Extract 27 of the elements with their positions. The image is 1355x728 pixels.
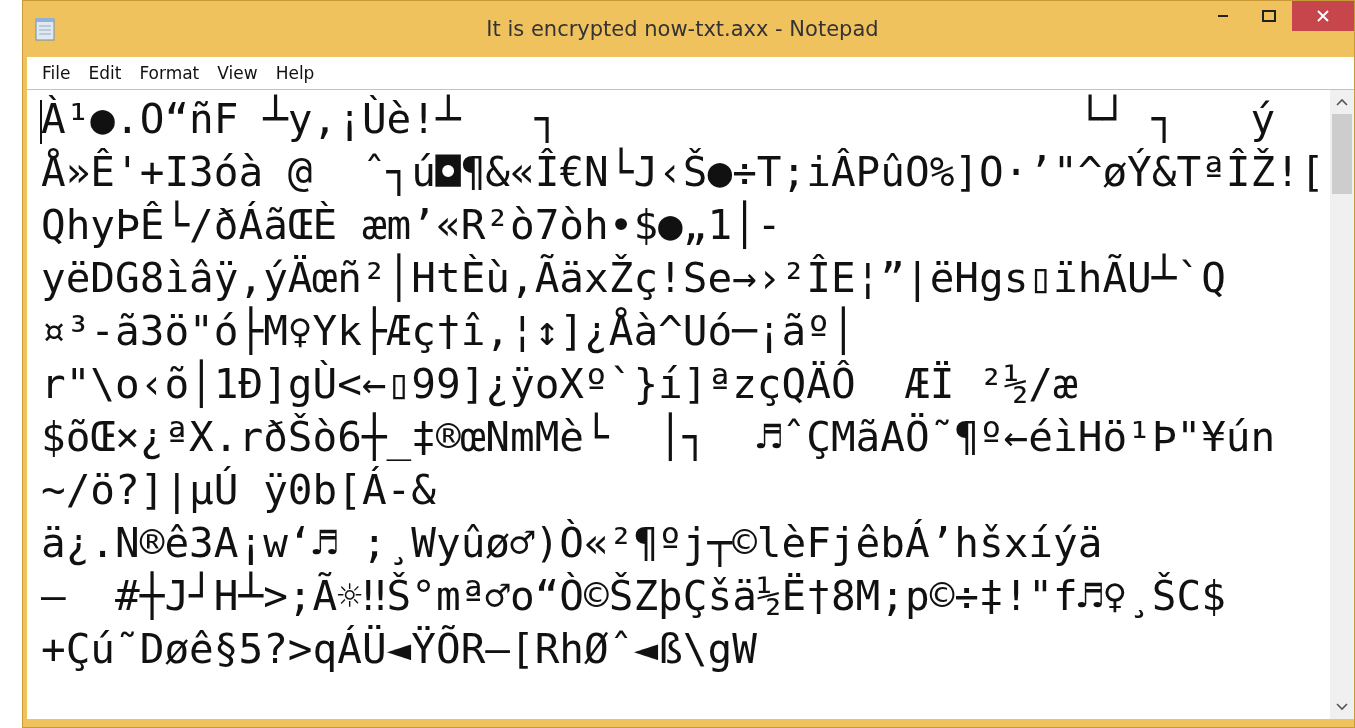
text-line: QhyÞÊ└/ðÁãŒÈ æm’«R²ò7òh•$●„1│-: [41, 199, 782, 251]
close-icon: [1316, 9, 1330, 23]
text-line: ¤³-ã3ö"ó├M♀Yk├Æç†î,¦↕]¿Åà^Uó─¡ãº│: [41, 305, 856, 357]
scroll-up-icon[interactable]: [1336, 98, 1348, 106]
menu-item[interactable]: Help: [266, 63, 324, 83]
text-line: ä¿.N®ê3A¡w‘♬ ;¸Wyûø♂)Ò«²¶ºj┬©lèFjêbÁ’hšxíýä: [41, 518, 1103, 569]
text-line: r"\o‹õ│1Ð]gÙ<←▯99]¿ÿoXº`}í]ªzçQÄÔ ÆÏ ²½/æ: [41, 358, 1078, 410]
window-title: It is encrypted now-txt.axx - Notepad: [485, 17, 880, 41]
text-line: — #┼J┘H┴>;Ã☼‼Š°mª♂o“Ò©ŠZþÇšä½Ë†8M;p©÷‡!"f♬♀¸ŠC$: [41, 570, 1226, 622]
text-line: $õŒ×¿ªX.rðŠò6┼_‡®œNmMè└ │┐ ♬ˆÇMãAÖ˜¶º←éìHö¹Þ"¥ún: [41, 411, 1276, 463]
scroll-down-icon[interactable]: [1336, 703, 1348, 711]
text-cursor: [40, 100, 42, 144]
minimize-icon: [1218, 15, 1228, 17]
maximize-icon: [1262, 10, 1276, 22]
notepad-icon: [35, 17, 55, 41]
close-button[interactable]: [1292, 1, 1354, 31]
text-line: Å»Ê'+I3óà @ ˆ┐ú◘¶&«Î€N└J‹Š●÷T;iÂPûO%]O·’"^øÝ&TªÎŽ![: [41, 146, 1325, 198]
menu-item[interactable]: File: [33, 63, 80, 83]
menu-item[interactable]: Edit: [79, 63, 131, 83]
text-line: yëDG8ìâÿ,ýÄœñ²│HtÈù,ÃäxŽç!Se→›²ÎE¦”|ëHgs▯ïhÃU┴`Q: [41, 252, 1226, 304]
menu-item[interactable]: Format: [130, 63, 209, 83]
text-line: +Çú˜Døê§5?>qÁÜ◄ŸÕR–[RhØˆ◄ß\gW: [41, 624, 757, 675]
text-line: ~/ö?]|µÚ ÿ0b[Á-&: [41, 465, 436, 516]
menu-item[interactable]: View: [208, 63, 267, 83]
scrollbar[interactable]: [1330, 90, 1354, 719]
text-line: À¹●.O“ñF ┴y,¡Ùè!┴ ┐ └┘ ┐ ý: [41, 93, 1276, 145]
scroll-thumb[interactable]: [1332, 114, 1352, 194]
